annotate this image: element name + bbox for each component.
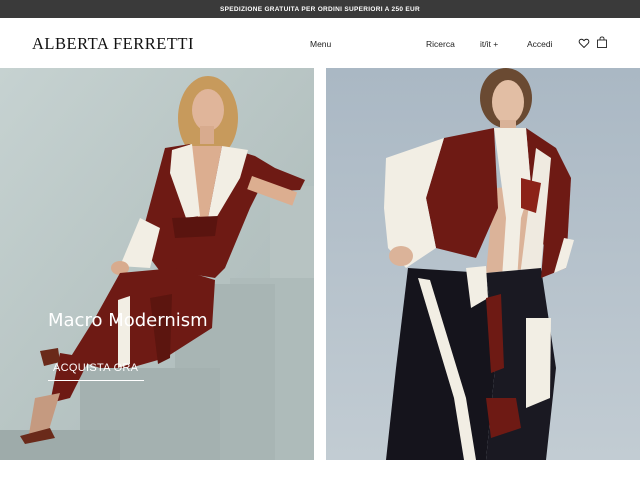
shop-now-link[interactable]: ACQUISTA ORA — [53, 362, 138, 379]
hero-title: Macro Modernism — [48, 310, 208, 331]
promo-banner: SPEDIZIONE GRATUITA PER ORDINI SUPERIORI… — [0, 0, 640, 18]
hero-photo-left — [0, 68, 314, 460]
hero-photo-right — [326, 68, 640, 460]
page-bottom-spacer — [0, 460, 640, 480]
heart-icon[interactable] — [578, 37, 590, 49]
search-button[interactable]: Ricerca — [426, 39, 455, 49]
cta-underline — [48, 380, 144, 381]
promo-text: SPEDIZIONE GRATUITA PER ORDINI SUPERIORI… — [219, 5, 421, 13]
login-link[interactable]: Accedi — [527, 39, 553, 49]
language-selector[interactable]: it/it + — [480, 39, 498, 49]
site-header: ALBERTA FERRETTI Menu Ricerca it/it + Ac… — [0, 18, 640, 68]
hero-panel-left[interactable]: Macro Modernism ACQUISTA ORA — [0, 68, 314, 460]
shopping-bag-icon[interactable] — [596, 36, 608, 49]
hero-panel-right[interactable] — [326, 68, 640, 460]
brand-logo[interactable]: ALBERTA FERRETTI — [32, 34, 194, 54]
menu-button[interactable]: Menu — [310, 39, 331, 49]
